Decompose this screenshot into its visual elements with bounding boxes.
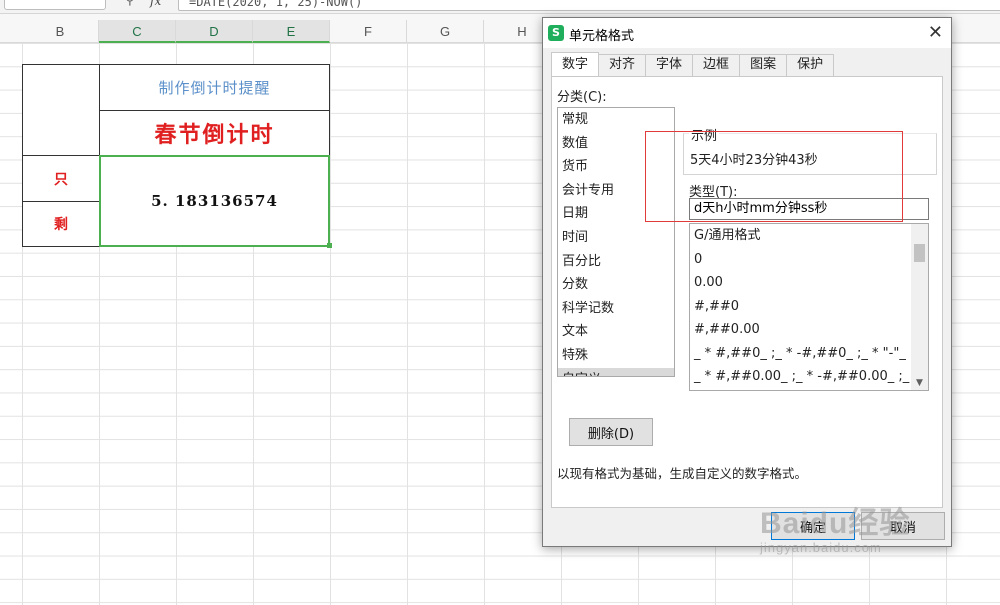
format-item[interactable]: G/通用格式 xyxy=(690,224,910,248)
column-header-c[interactable]: C xyxy=(99,20,176,43)
format-cells-dialog: S 单元格格式 ✕ 数字 对齐 字体 边框 图案 保护 分类(C): 常规 数值… xyxy=(542,17,952,547)
tab-border[interactable]: 边框 xyxy=(692,54,741,76)
delete-button[interactable]: 删除(D) xyxy=(569,418,653,446)
merged-cell-blank[interactable] xyxy=(22,64,100,156)
tab-alignment[interactable]: 对齐 xyxy=(598,54,647,76)
column-header-g[interactable]: G xyxy=(407,20,484,43)
watermark-main: Baidu经验 xyxy=(760,507,911,540)
category-item-general[interactable]: 常规 xyxy=(558,108,674,132)
side-label-bottom-cell[interactable]: 剩 xyxy=(22,201,100,247)
category-item-special[interactable]: 特殊 xyxy=(558,344,674,368)
festival-title-cell[interactable]: 春节倒计时 xyxy=(99,110,330,156)
zoom-icon[interactable]: ⚲ xyxy=(125,0,135,8)
formula-input[interactable]: =DATE(2020, 1, 25)-NOW() xyxy=(178,0,1000,11)
tab-font[interactable]: 字体 xyxy=(645,54,694,76)
category-item-fraction[interactable]: 分数 xyxy=(558,273,674,297)
category-item-time[interactable]: 时间 xyxy=(558,226,674,250)
baidu-watermark: Baidu经验 jingyan.baidu.com xyxy=(760,498,910,555)
countdown-value-cell[interactable]: 5. 183136574 xyxy=(99,155,330,247)
formula-bar: ⚲ fx =DATE(2020, 1, 25)-NOW() xyxy=(0,0,1000,14)
category-label: 分类(C): xyxy=(557,90,607,105)
format-item[interactable]: #,##0.00 xyxy=(690,318,910,342)
format-item[interactable]: _ * #,##0.00_ ;_ * -#,##0.00_ ;_ * "-"??… xyxy=(690,365,910,389)
format-item[interactable]: 0 xyxy=(690,248,910,272)
tab-pattern[interactable]: 图案 xyxy=(739,54,788,76)
column-header-b[interactable]: B xyxy=(22,20,99,43)
fx-icon[interactable]: fx xyxy=(150,0,161,8)
format-list[interactable]: G/通用格式 0 0.00 #,##0 #,##0.00 _ * #,##0_ … xyxy=(689,223,929,391)
dialog-title: 单元格格式 xyxy=(569,29,635,44)
annotation-highlight-box xyxy=(645,131,903,222)
scrollbar-thumb[interactable] xyxy=(914,244,925,262)
column-header-e[interactable]: E xyxy=(253,20,330,43)
tab-protection[interactable]: 保护 xyxy=(786,54,835,76)
format-item[interactable]: 0.00 xyxy=(690,271,910,295)
format-list-scrollbar[interactable]: ▼ xyxy=(911,224,928,390)
name-box[interactable] xyxy=(4,0,106,10)
format-item[interactable]: #,##0 xyxy=(690,295,910,319)
description-text: 以现有格式为基础，生成自定义的数字格式。 xyxy=(557,466,808,481)
reminder-title-cell[interactable]: 制作倒计时提醒 xyxy=(99,64,330,111)
category-item-percentage[interactable]: 百分比 xyxy=(558,250,674,274)
spreadsheet-app-icon: S xyxy=(548,25,564,41)
tab-number[interactable]: 数字 xyxy=(551,52,600,76)
category-item-scientific[interactable]: 科学记数 xyxy=(558,297,674,321)
dialog-title-bar[interactable]: S 单元格格式 ✕ xyxy=(543,18,951,48)
side-label-top-cell[interactable]: 只 xyxy=(22,155,100,202)
column-header-d[interactable]: D xyxy=(176,20,253,43)
category-item-text[interactable]: 文本 xyxy=(558,320,674,344)
category-item-custom[interactable]: 自定义 xyxy=(558,367,674,376)
format-item[interactable]: _ * #,##0_ ;_ * -#,##0_ ;_ * "-"_ ;_ @_ xyxy=(690,342,910,366)
column-header-f[interactable]: F xyxy=(330,20,407,43)
close-icon[interactable]: ✕ xyxy=(928,22,943,43)
chevron-down-icon[interactable]: ▼ xyxy=(911,378,928,388)
dialog-tabs: 数字 对齐 字体 边框 图案 保护 xyxy=(551,52,835,76)
watermark-sub: jingyan.baidu.com xyxy=(760,540,882,555)
fill-handle[interactable] xyxy=(327,243,332,248)
